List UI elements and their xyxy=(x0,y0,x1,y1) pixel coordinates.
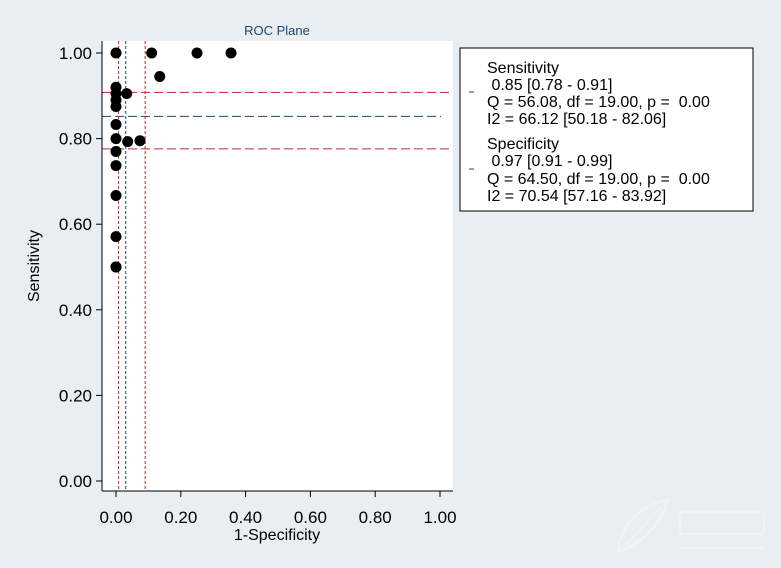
data-point-2 xyxy=(191,47,203,59)
y-tick-label-2: 0.40 xyxy=(59,301,92,320)
x-axis-ticks: 0.00 0.20 0.40 0.60 0.80 1.00 xyxy=(99,491,457,527)
y-tick-label-0: 0.00 xyxy=(59,472,92,491)
x-tick-label-0: 0.00 xyxy=(99,508,132,527)
x-tick-label-2: 0.40 xyxy=(229,508,262,527)
data-point-12 xyxy=(122,136,134,148)
y-tick-label-4: 0.80 xyxy=(59,130,92,149)
y-tick-label-5: 1.00 xyxy=(59,44,92,63)
y-tick-label-3: 0.60 xyxy=(59,215,92,234)
legend-line-specificity-i2: I2 = 70.54 [57.16 - 83.92] xyxy=(487,188,666,205)
data-point-7 xyxy=(121,88,133,100)
x-tick-label-1: 0.20 xyxy=(164,508,197,527)
legend-line-sensitivity-q: Q = 56.08, df = 19.00, p = 0.00 xyxy=(487,94,710,111)
legend-line-sensitivity-i2: I2 = 66.12 [50.18 - 82.06] xyxy=(487,111,666,128)
legend-line-specificity-q: Q = 64.50, df = 19.00, p = 0.00 xyxy=(487,171,710,188)
data-point-16 xyxy=(110,190,122,202)
data-point-17 xyxy=(110,231,122,243)
watermark-mark xyxy=(679,511,765,535)
x-axis-title: 1-Specificity xyxy=(234,527,320,544)
y-tick-label-1: 0.20 xyxy=(59,386,92,405)
y-axis-title: Sensitivity xyxy=(26,230,43,302)
chart-title: ROC Plane xyxy=(244,23,310,38)
data-point-1 xyxy=(146,47,158,59)
data-point-0 xyxy=(110,47,122,59)
data-point-9 xyxy=(110,101,122,112)
data-point-4 xyxy=(154,71,166,83)
data-point-19 xyxy=(110,261,122,273)
legend-line-specificity-estimate: 0.97 [0.91 - 0.99] xyxy=(487,153,612,170)
data-point-14 xyxy=(110,145,122,157)
x-tick-label-5: 1.00 xyxy=(423,508,456,527)
legend-heading-specificity: Specificity xyxy=(487,136,559,153)
data-point-3 xyxy=(225,47,237,59)
data-point-11 xyxy=(110,133,122,145)
legend: Sensitivity 0.85 [0.78 - 0.91] Q = 56.08… xyxy=(459,47,754,212)
x-tick-label-3: 0.60 xyxy=(294,508,327,527)
plot-area xyxy=(102,41,453,491)
watermark-logo xyxy=(616,498,765,554)
data-point-15 xyxy=(110,160,122,172)
legend-line-sensitivity-estimate: 0.85 [0.78 - 0.91] xyxy=(487,77,612,94)
y-axis-ticks: 0.00 0.20 0.40 0.60 0.80 1.00 xyxy=(59,44,102,491)
legend-heading-sensitivity: Sensitivity xyxy=(487,60,559,77)
roc-plane-chart: ROC Plane 0.000.200.400.600.801.00 0.00 0… xyxy=(26,23,765,554)
x-tick-label-4: 0.80 xyxy=(359,508,392,527)
data-point-13 xyxy=(134,135,146,147)
data-point-10 xyxy=(110,118,122,130)
